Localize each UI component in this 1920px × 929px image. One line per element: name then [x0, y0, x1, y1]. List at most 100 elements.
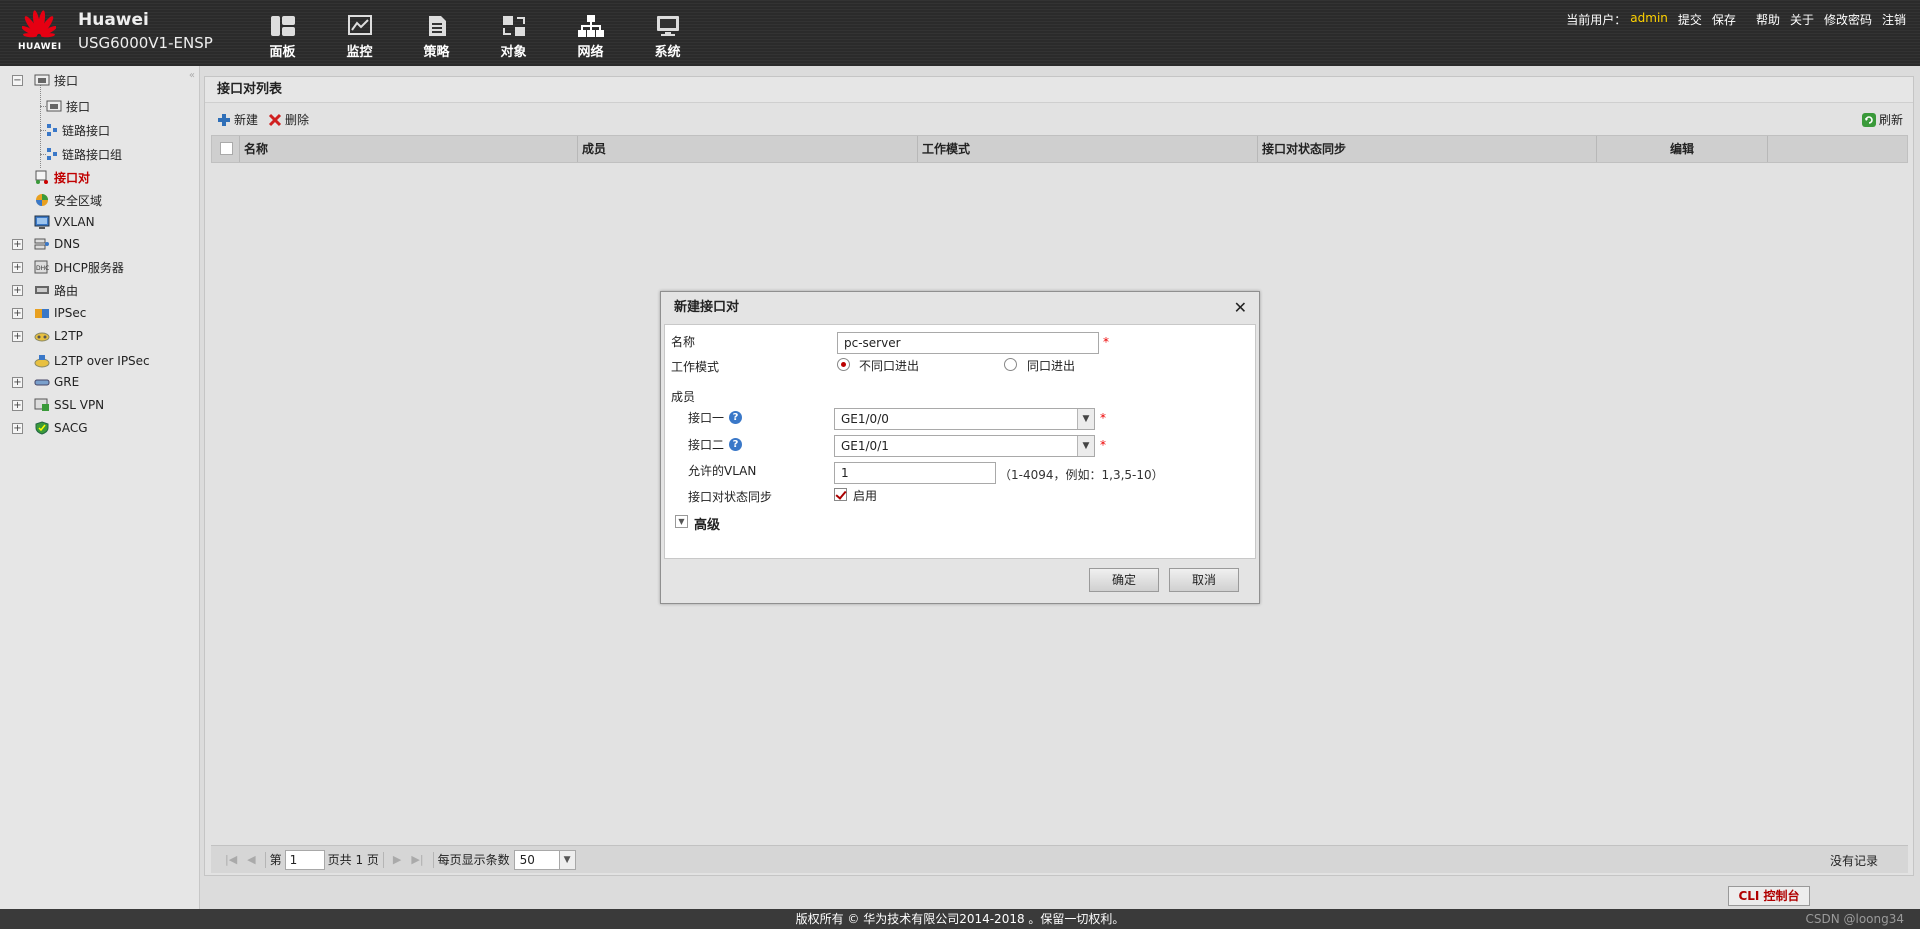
sidebar-item-label: 安全区域: [54, 193, 103, 208]
page-total: 页共 1 页: [327, 853, 379, 867]
nav-object[interactable]: 对象: [475, 14, 552, 60]
network-icon: [577, 15, 604, 37]
column-header-edit: 编辑: [1597, 136, 1768, 162]
nav-dashboard[interactable]: 面板: [244, 14, 321, 60]
sidebar-item-gre[interactable]: + GRE: [0, 372, 196, 392]
sidebar-item-security-zone[interactable]: 安全区域: [34, 190, 102, 210]
submit-link[interactable]: 提交: [1678, 11, 1702, 28]
column-header-name[interactable]: 名称: [240, 136, 578, 162]
help-icon[interactable]: ?: [729, 438, 742, 451]
expand-advanced-icon[interactable]: ▼: [675, 515, 688, 528]
delete-button[interactable]: 删除: [268, 111, 309, 128]
mode-radio-different-port[interactable]: [837, 358, 850, 371]
chevron-down-icon: ▼: [1077, 409, 1094, 429]
expand-icon[interactable]: +: [12, 376, 23, 388]
nav-system-label: 系统: [654, 45, 681, 60]
column-header-state-sync[interactable]: 接口对状态同步: [1258, 136, 1597, 162]
column-header-filler: [1768, 136, 1907, 162]
nav-monitor[interactable]: 监控: [321, 14, 398, 60]
list-toolbar: 新建 删除: [217, 111, 319, 128]
sidebar-item-link-interface[interactable]: 链路接口: [46, 120, 110, 140]
sidebar-item-label: 链路接口: [62, 123, 111, 138]
close-icon[interactable]: ✕: [1234, 292, 1247, 324]
required-mark: *: [1100, 411, 1106, 425]
vlan-range-hint: （1-4094，例如：1,3,5-10）: [999, 468, 1164, 482]
sidebar-item-interface[interactable]: 接口: [46, 96, 90, 116]
about-link[interactable]: 关于: [1790, 11, 1814, 28]
nav-system[interactable]: 系统: [629, 14, 706, 60]
ok-button[interactable]: 确定: [1089, 568, 1159, 592]
sidebar-item-label: GRE: [54, 375, 80, 389]
sidebar-item-dhcp-server[interactable]: + DHCP DHCP服务器: [0, 257, 196, 277]
expand-icon[interactable]: +: [12, 238, 23, 250]
interface-two-select[interactable]: GE1/0/1 ▼: [834, 435, 1095, 457]
nav-policy[interactable]: 策略: [398, 14, 475, 60]
prev-page-icon[interactable]: ◀: [247, 853, 255, 866]
dialog-form: 名称 pc-server * 工作模式 不同口进出 同口进出 成员 接口一 ? …: [664, 324, 1256, 559]
state-sync-enable-label: 启用: [853, 489, 878, 503]
logout-link[interactable]: 注销: [1882, 11, 1906, 28]
expand-icon[interactable]: +: [12, 422, 23, 434]
copyright-text: 版权所有 © 华为技术有限公司2014-2018 。保留一切权利。: [795, 912, 1125, 926]
expand-icon[interactable]: +: [12, 307, 23, 319]
work-mode-label: 工作模式: [671, 360, 720, 374]
interface-one-select[interactable]: GE1/0/0 ▼: [834, 408, 1095, 430]
change-password-link[interactable]: 修改密码: [1824, 11, 1872, 28]
column-header-work-mode[interactable]: 工作模式: [918, 136, 1258, 162]
mode-option-same-port: 同口进出: [1027, 359, 1076, 373]
name-input[interactable]: pc-server: [837, 332, 1099, 354]
advanced-section-toggle[interactable]: 高级: [694, 514, 720, 533]
allowed-vlan-input[interactable]: 1: [834, 462, 996, 484]
plus-icon: [218, 113, 230, 126]
members-label: 成员: [671, 390, 696, 404]
required-mark: *: [1100, 438, 1106, 452]
help-icon[interactable]: ?: [729, 411, 742, 424]
sidebar-item-l2tp-over-ipsec[interactable]: L2TP over IPSec: [34, 351, 150, 371]
huawei-flower-icon: [22, 10, 56, 38]
sidebar-item-dns[interactable]: + DNS: [0, 234, 196, 254]
refresh-button[interactable]: 刷新: [1861, 111, 1903, 128]
new-button[interactable]: 新建: [217, 111, 258, 128]
sidebar-item-sacg[interactable]: + SACG: [0, 418, 196, 438]
top-bar: HUAWEI Huawei USG6000V1-ENSP 面板 监控 策略 对象…: [0, 0, 1920, 66]
state-sync-checkbox[interactable]: [834, 488, 847, 501]
sidebar-item-vxlan[interactable]: VXLAN: [34, 212, 95, 232]
dns-icon: [34, 237, 50, 251]
last-page-icon[interactable]: ▶|: [411, 853, 423, 866]
monitor-icon: [347, 15, 372, 35]
page-number-input[interactable]: 1: [284, 849, 325, 870]
interface-icon: [34, 73, 50, 87]
sidebar-item-routing[interactable]: + 路由: [0, 280, 196, 300]
interface-one-label: 接口一: [688, 411, 725, 425]
mode-radio-same-port[interactable]: [1004, 358, 1017, 371]
logo-text: HUAWEI: [18, 42, 62, 52]
sidebar-item-ssl-vpn[interactable]: + SSL VPN: [0, 395, 196, 415]
help-link[interactable]: 帮助: [1756, 11, 1780, 28]
nav-network-label: 网络: [577, 45, 604, 60]
sidebar-item-label: IPSec: [54, 306, 87, 320]
per-page-select[interactable]: 50 ▼: [513, 849, 576, 870]
sidebar-item-l2tp[interactable]: + L2TP: [0, 326, 196, 346]
next-page-icon[interactable]: ▶: [393, 853, 401, 866]
cli-console-button[interactable]: CLI 控制台: [1728, 886, 1810, 906]
column-header-members[interactable]: 成员: [578, 136, 918, 162]
sidebar-item-link-interface-group[interactable]: 链路接口组: [46, 144, 122, 164]
nav-network[interactable]: 网络: [552, 14, 629, 60]
sidebar-item-interface-group[interactable]: − 接口: [0, 70, 196, 90]
expand-icon[interactable]: +: [12, 284, 23, 296]
pager-separator: [264, 851, 266, 868]
pager-separator: [432, 851, 434, 868]
first-page-icon[interactable]: |◀: [225, 853, 237, 866]
save-link[interactable]: 保存: [1712, 11, 1736, 28]
expand-icon[interactable]: +: [12, 261, 23, 273]
select-all-checkbox[interactable]: [220, 142, 233, 155]
main-nav: 面板 监控 策略 对象 网络 系统: [244, 14, 706, 60]
huawei-logo: HUAWEI: [14, 6, 64, 58]
nav-policy-label: 策略: [423, 45, 450, 60]
sidebar-item-ipsec[interactable]: + IPSec: [0, 303, 196, 323]
cancel-button[interactable]: 取消: [1169, 568, 1239, 592]
expand-icon[interactable]: +: [12, 330, 23, 342]
collapse-icon[interactable]: −: [12, 74, 23, 86]
expand-icon[interactable]: +: [12, 399, 23, 411]
sidebar-item-interface-pair[interactable]: 接口对: [34, 167, 90, 187]
